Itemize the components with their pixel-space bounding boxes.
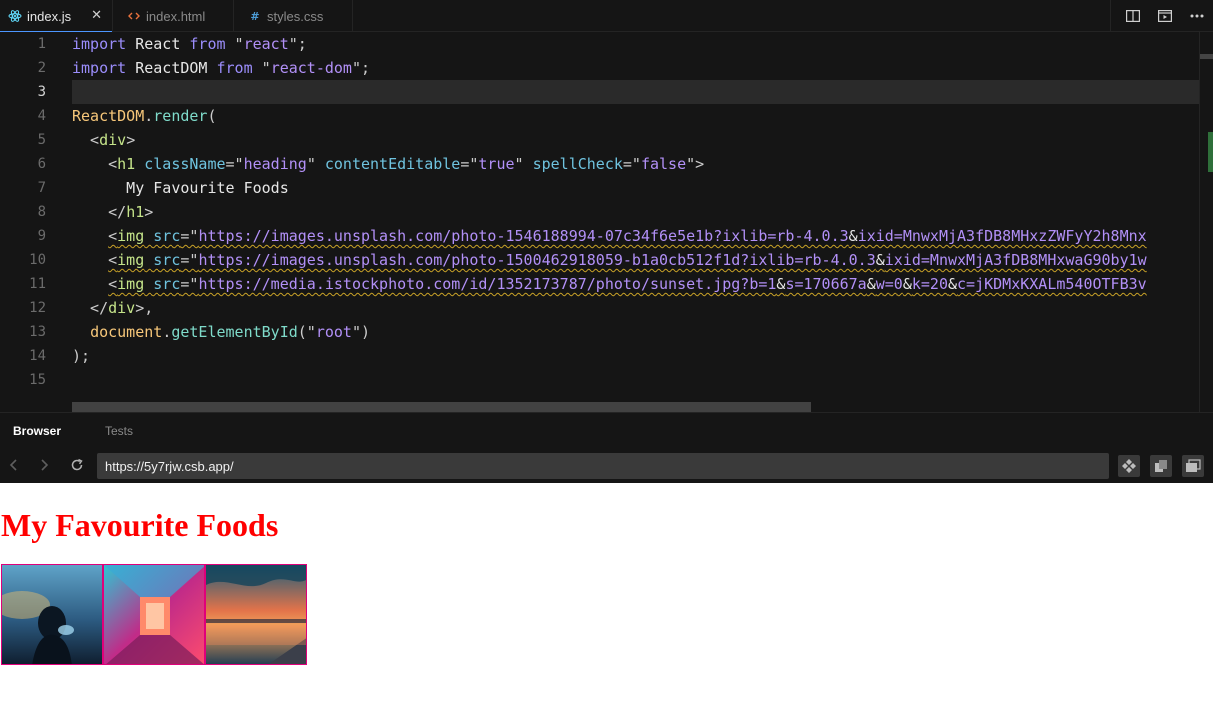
react-icon [8, 9, 22, 23]
vertical-scrollbar[interactable] [1199, 32, 1213, 412]
code-line: </div>, [72, 299, 154, 317]
code-line: import ReactDOM from "react-dom"; [72, 59, 371, 77]
page-heading[interactable]: My Favourite Foods [1, 507, 278, 544]
line-number: 12 [29, 300, 46, 316]
code-line: <div> [72, 131, 136, 149]
back-icon[interactable] [2, 453, 26, 477]
image-2 [103, 564, 205, 665]
css-hash-icon: # [250, 9, 260, 23]
browser-preview: My Favourite Foods [0, 483, 1213, 726]
tab-label: index.js [27, 8, 72, 24]
horizontal-scrollbar[interactable] [72, 402, 811, 412]
line-number-gutter: 1 2 3 4 5 6 7 8 9 10 11 12 13 14 15 [0, 32, 60, 412]
more-options-icon[interactable] [1181, 0, 1213, 32]
line-number: 1 [37, 36, 46, 52]
tab-index-js[interactable]: index.js ✕ [0, 0, 113, 33]
html-code-icon [127, 9, 141, 23]
preview-icon[interactable] [1149, 0, 1181, 32]
panel-tab-bar: Browser Tests [0, 412, 1213, 448]
line-number: 11 [29, 276, 46, 292]
code-line: <img src="https://images.unsplash.com/ph… [108, 227, 1147, 245]
line-number: 14 [29, 348, 46, 364]
code-area[interactable]: import React from "react"; import ReactD… [72, 32, 1199, 412]
line-number: 2 [37, 60, 46, 76]
code-line: import React from "react"; [72, 35, 307, 53]
url-input[interactable] [97, 453, 1109, 479]
line-number: 4 [37, 108, 46, 124]
line-number: 6 [37, 156, 46, 172]
line-number: 8 [37, 204, 46, 220]
line-number: 13 [29, 324, 46, 340]
image-1 [1, 564, 103, 665]
open-new-window-icon[interactable] [1182, 455, 1204, 477]
code-line: <img src="https://images.unsplash.com/ph… [108, 251, 1147, 269]
code-line: <img src="https://media.istockphoto.com/… [108, 275, 1147, 293]
tab-styles-css[interactable]: # styles.css [234, 0, 353, 32]
code-line: My Favourite Foods [72, 179, 289, 197]
code-line: document.getElementById("root") [90, 323, 371, 341]
forward-icon[interactable] [32, 453, 56, 477]
tab-index-html[interactable]: index.html [113, 0, 234, 32]
line-number: 7 [37, 180, 46, 196]
code-line: <h1 className="heading" contentEditable=… [72, 155, 705, 173]
line-number: 15 [29, 372, 46, 388]
browser-nav-bar [0, 448, 1213, 483]
line-number: 10 [29, 252, 46, 268]
vertical-scroll-thumb[interactable] [1200, 54, 1213, 59]
image-3 [205, 564, 307, 665]
editor-tab-bar: index.js ✕ index.html # styles.css [0, 0, 1213, 33]
line-number: 3 [37, 84, 46, 100]
code-line: </h1> [72, 203, 154, 221]
code-editor[interactable]: 1 2 3 4 5 6 7 8 9 10 11 12 13 14 15 impo… [0, 32, 1213, 412]
line-number: 5 [37, 132, 46, 148]
tab-label: index.html [146, 8, 206, 24]
close-tab-icon[interactable]: ✕ [91, 8, 102, 23]
tab-browser[interactable]: Browser [13, 413, 61, 449]
line-number: 9 [37, 228, 46, 244]
code-line: ); [72, 347, 91, 365]
devtools-icon[interactable] [1118, 455, 1140, 477]
copy-window-icon[interactable] [1150, 455, 1172, 477]
code-line: ReactDOM.render( [72, 107, 217, 125]
refresh-icon[interactable] [65, 453, 89, 477]
split-view-icon[interactable] [1117, 0, 1149, 32]
tab-actions [1110, 0, 1213, 32]
change-marker [1208, 132, 1213, 172]
tab-label: styles.css [267, 8, 324, 24]
tab-tests[interactable]: Tests [105, 413, 133, 449]
